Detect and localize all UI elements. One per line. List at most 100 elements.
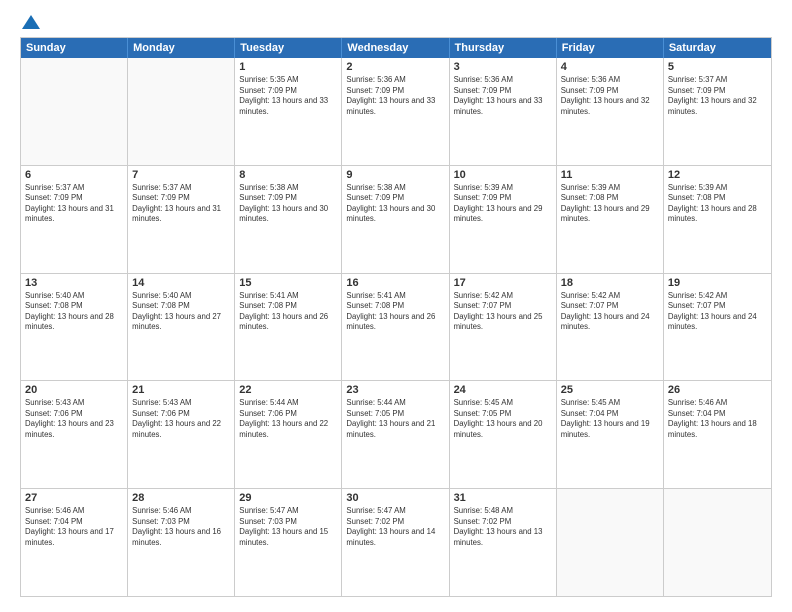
day-number: 20 — [25, 384, 123, 396]
day-info: Sunrise: 5:42 AM Sunset: 7:07 PM Dayligh… — [668, 291, 767, 333]
day-info: Sunrise: 5:41 AM Sunset: 7:08 PM Dayligh… — [346, 291, 444, 333]
day-number: 30 — [346, 492, 444, 504]
day-number: 9 — [346, 169, 444, 181]
day-number: 5 — [668, 61, 767, 73]
calendar-day-3: 3Sunrise: 5:36 AM Sunset: 7:09 PM Daylig… — [450, 58, 557, 165]
day-number: 4 — [561, 61, 659, 73]
day-info: Sunrise: 5:42 AM Sunset: 7:07 PM Dayligh… — [454, 291, 552, 333]
day-info: Sunrise: 5:36 AM Sunset: 7:09 PM Dayligh… — [561, 75, 659, 117]
day-number: 10 — [454, 169, 552, 181]
calendar-day-29: 29 Sunrise: 5:47 AM Sunset: 7:03 PM Dayli… — [235, 489, 342, 596]
calendar-day-1: 1Sunrise: 5:35 AM Sunset: 7:09 PM Daylig… — [235, 58, 342, 165]
day-info: Sunrise: 5:40 AM Sunset: 7:08 PM Dayligh… — [132, 291, 230, 333]
day-number: 27 — [25, 492, 123, 504]
day-info: Sunrise: 5:40 AM Sunset: 7:08 PM Dayligh… — [25, 291, 123, 333]
calendar-row-4: 20 Sunrise: 5:43 AM Sunset: 7:06 PM Dayli… — [21, 381, 771, 489]
day-number: 19 — [668, 277, 767, 289]
day-info: Sunrise: 5:35 AM Sunset: 7:09 PM Dayligh… — [239, 75, 337, 117]
day-number: 25 — [561, 384, 659, 396]
day-number: 15 — [239, 277, 337, 289]
day-number: 17 — [454, 277, 552, 289]
calendar-empty-cell — [557, 489, 664, 596]
calendar-day-18: 18 Sunrise: 5:42 AM Sunset: 7:07 PM Dayli… — [557, 274, 664, 381]
day-info: Sunrise: 5:37 AM Sunset: 7:09 PM Dayligh… — [132, 183, 230, 225]
calendar-day-14: 14 Sunrise: 5:40 AM Sunset: 7:08 PM Dayli… — [128, 274, 235, 381]
day-number: 29 — [239, 492, 337, 504]
calendar-empty-cell — [128, 58, 235, 165]
day-info: Sunrise: 5:36 AM Sunset: 7:09 PM Dayligh… — [346, 75, 444, 117]
calendar-day-13: 13 Sunrise: 5:40 AM Sunset: 7:08 PM Dayli… — [21, 274, 128, 381]
header — [20, 15, 772, 27]
day-number: 12 — [668, 169, 767, 181]
day-info: Sunrise: 5:47 AM Sunset: 7:03 PM Dayligh… — [239, 506, 337, 548]
day-number: 31 — [454, 492, 552, 504]
calendar-day-21: 21 Sunrise: 5:43 AM Sunset: 7:06 PM Dayli… — [128, 381, 235, 488]
day-info: Sunrise: 5:42 AM Sunset: 7:07 PM Dayligh… — [561, 291, 659, 333]
calendar-day-8: 8 Sunrise: 5:38 AM Sunset: 7:09 PM Daylig… — [235, 166, 342, 273]
calendar-day-19: 19 Sunrise: 5:42 AM Sunset: 7:07 PM Dayli… — [664, 274, 771, 381]
day-number: 13 — [25, 277, 123, 289]
calendar: SundayMondayTuesdayWednesdayThursdayFrid… — [20, 37, 772, 597]
day-info: Sunrise: 5:46 AM Sunset: 7:04 PM Dayligh… — [668, 398, 767, 440]
day-info: Sunrise: 5:43 AM Sunset: 7:06 PM Dayligh… — [132, 398, 230, 440]
header-day-thursday: Thursday — [450, 38, 557, 58]
day-number: 28 — [132, 492, 230, 504]
day-number: 24 — [454, 384, 552, 396]
calendar-day-31: 31Sunrise: 5:48 AM Sunset: 7:02 PM Dayli… — [450, 489, 557, 596]
day-info: Sunrise: 5:38 AM Sunset: 7:09 PM Dayligh… — [239, 183, 337, 225]
day-number: 22 — [239, 384, 337, 396]
header-day-tuesday: Tuesday — [235, 38, 342, 58]
calendar-day-5: 5 Sunrise: 5:37 AM Sunset: 7:09 PM Daylig… — [664, 58, 771, 165]
day-info: Sunrise: 5:46 AM Sunset: 7:03 PM Dayligh… — [132, 506, 230, 548]
day-number: 21 — [132, 384, 230, 396]
day-info: Sunrise: 5:37 AM Sunset: 7:09 PM Dayligh… — [668, 75, 767, 117]
calendar-day-25: 25 Sunrise: 5:45 AM Sunset: 7:04 PM Dayli… — [557, 381, 664, 488]
day-number: 2 — [346, 61, 444, 73]
calendar-row-1: 1Sunrise: 5:35 AM Sunset: 7:09 PM Daylig… — [21, 58, 771, 166]
calendar-day-28: 28 Sunrise: 5:46 AM Sunset: 7:03 PM Dayli… — [128, 489, 235, 596]
day-info: Sunrise: 5:39 AM Sunset: 7:08 PM Dayligh… — [561, 183, 659, 225]
header-day-friday: Friday — [557, 38, 664, 58]
calendar-day-27: 27 Sunrise: 5:46 AM Sunset: 7:04 PM Dayli… — [21, 489, 128, 596]
calendar-day-4: 4 Sunrise: 5:36 AM Sunset: 7:09 PM Daylig… — [557, 58, 664, 165]
day-info: Sunrise: 5:37 AM Sunset: 7:09 PM Dayligh… — [25, 183, 123, 225]
day-info: Sunrise: 5:44 AM Sunset: 7:06 PM Dayligh… — [239, 398, 337, 440]
calendar-row-5: 27 Sunrise: 5:46 AM Sunset: 7:04 PM Dayli… — [21, 489, 771, 596]
calendar-day-30: 30 Sunrise: 5:47 AM Sunset: 7:02 PM Dayli… — [342, 489, 449, 596]
header-day-monday: Monday — [128, 38, 235, 58]
day-number: 26 — [668, 384, 767, 396]
day-info: Sunrise: 5:39 AM Sunset: 7:08 PM Dayligh… — [668, 183, 767, 225]
day-info: Sunrise: 5:45 AM Sunset: 7:05 PM Dayligh… — [454, 398, 552, 440]
calendar-day-17: 17 Sunrise: 5:42 AM Sunset: 7:07 PM Dayli… — [450, 274, 557, 381]
calendar-day-23: 23 Sunrise: 5:44 AM Sunset: 7:05 PM Dayli… — [342, 381, 449, 488]
calendar-day-6: 6Sunrise: 5:37 AM Sunset: 7:09 PM Daylig… — [21, 166, 128, 273]
day-number: 23 — [346, 384, 444, 396]
day-info: Sunrise: 5:44 AM Sunset: 7:05 PM Dayligh… — [346, 398, 444, 440]
calendar-day-26: 26 Sunrise: 5:46 AM Sunset: 7:04 PM Dayli… — [664, 381, 771, 488]
calendar-day-2: 2 Sunrise: 5:36 AM Sunset: 7:09 PM Daylig… — [342, 58, 449, 165]
day-number: 8 — [239, 169, 337, 181]
day-number: 18 — [561, 277, 659, 289]
header-day-sunday: Sunday — [21, 38, 128, 58]
day-number: 11 — [561, 169, 659, 181]
calendar-day-12: 12 Sunrise: 5:39 AM Sunset: 7:08 PM Dayli… — [664, 166, 771, 273]
calendar-day-16: 16Sunrise: 5:41 AM Sunset: 7:08 PM Dayli… — [342, 274, 449, 381]
day-number: 14 — [132, 277, 230, 289]
calendar-day-20: 20 Sunrise: 5:43 AM Sunset: 7:06 PM Dayli… — [21, 381, 128, 488]
day-info: Sunrise: 5:36 AM Sunset: 7:09 PM Dayligh… — [454, 75, 552, 117]
calendar-row-2: 6Sunrise: 5:37 AM Sunset: 7:09 PM Daylig… — [21, 166, 771, 274]
calendar-day-22: 22 Sunrise: 5:44 AM Sunset: 7:06 PM Dayli… — [235, 381, 342, 488]
day-info: Sunrise: 5:46 AM Sunset: 7:04 PM Dayligh… — [25, 506, 123, 548]
day-info: Sunrise: 5:38 AM Sunset: 7:09 PM Dayligh… — [346, 183, 444, 225]
day-info: Sunrise: 5:39 AM Sunset: 7:09 PM Dayligh… — [454, 183, 552, 225]
day-number: 7 — [132, 169, 230, 181]
calendar-row-3: 13 Sunrise: 5:40 AM Sunset: 7:08 PM Dayli… — [21, 274, 771, 382]
calendar-day-11: 11 Sunrise: 5:39 AM Sunset: 7:08 PM Dayli… — [557, 166, 664, 273]
calendar-empty-cell — [21, 58, 128, 165]
day-info: Sunrise: 5:45 AM Sunset: 7:04 PM Dayligh… — [561, 398, 659, 440]
day-info: Sunrise: 5:43 AM Sunset: 7:06 PM Dayligh… — [25, 398, 123, 440]
calendar-day-9: 9 Sunrise: 5:38 AM Sunset: 7:09 PM Daylig… — [342, 166, 449, 273]
day-info: Sunrise: 5:47 AM Sunset: 7:02 PM Dayligh… — [346, 506, 444, 548]
logo — [20, 15, 40, 27]
header-day-wednesday: Wednesday — [342, 38, 449, 58]
